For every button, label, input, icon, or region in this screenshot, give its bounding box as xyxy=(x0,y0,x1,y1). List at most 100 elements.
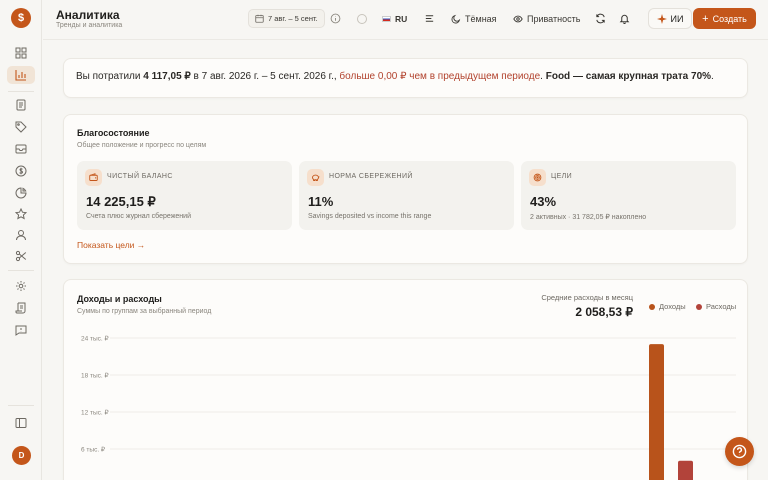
tag-icon xyxy=(15,121,27,133)
ai-label: ИИ xyxy=(670,13,684,24)
sidebar-divider xyxy=(8,405,34,406)
income-expenses-chart: 24 тыс. ₽ 18 тыс. ₽ 12 тыс. ₽ 6 тыс. ₽ xyxy=(81,335,736,480)
summary-end: . xyxy=(711,71,714,82)
kpi-savings-rate: НОРМА СБЕРЕЖЕНИЙ 11% Savings deposited v… xyxy=(299,161,514,230)
kpi-value: 11% xyxy=(308,194,334,209)
y-tick-label: 18 тыс. ₽ xyxy=(81,372,110,380)
income-expenses-card: Доходы и расходы Суммы по группам за выб… xyxy=(63,279,748,480)
sidebar-item-accounts[interactable] xyxy=(7,140,35,158)
create-label: Создать xyxy=(712,13,747,24)
scissors-icon xyxy=(15,250,27,262)
refresh-icon xyxy=(595,13,605,24)
sidebar: $ D xyxy=(0,0,42,480)
target-icon xyxy=(533,173,542,182)
language-label: RU xyxy=(395,13,408,24)
kpi-value: 43% xyxy=(530,194,557,209)
kpi-note: Savings deposited vs income this range xyxy=(308,213,432,220)
sidebar-item-tools[interactable] xyxy=(7,247,35,265)
kpi-value: 14 225,15 ₽ xyxy=(86,194,156,209)
help-icon xyxy=(732,444,747,459)
y-tick-label: 12 тыс. ₽ xyxy=(81,409,110,417)
summary-amount: 4 117,05 ₽ xyxy=(143,71,191,82)
sidebar-collapse-button[interactable] xyxy=(7,414,35,432)
summary-comparison: больше 0,00 ₽ чем в предыдущем периоде xyxy=(339,71,541,82)
document-icon xyxy=(16,99,26,111)
show-goals-link[interactable]: Показать цели → xyxy=(77,240,145,250)
inbox-icon xyxy=(15,144,27,154)
avatar[interactable]: D xyxy=(12,446,31,465)
theme-toggle-button[interactable]: Тёмная xyxy=(451,9,497,28)
privacy-label: Приватность xyxy=(527,13,581,24)
sidebar-item-profile[interactable] xyxy=(7,226,35,244)
sidebar-item-feedback[interactable] xyxy=(7,321,35,339)
kpi-goals: ЦЕЛИ 43% 2 активных · 31 782,05 ₽ накопл… xyxy=(521,161,736,230)
create-button[interactable]: + Создать xyxy=(693,8,756,29)
summary-prefix: Вы потратили xyxy=(76,71,144,82)
ai-button[interactable]: ИИ xyxy=(648,8,692,29)
page-subtitle: Тренды и аналитика xyxy=(56,22,123,29)
sidebar-item-reports[interactable] xyxy=(7,184,35,202)
sidebar-item-categories[interactable] xyxy=(7,118,35,136)
wellbeing-card: Благосостояние Общее положение и прогрес… xyxy=(63,114,748,264)
wallet-icon xyxy=(89,173,98,181)
coin-icon xyxy=(15,165,27,177)
sidebar-item-budgets[interactable] xyxy=(7,162,35,180)
sidebar-toggle-icon xyxy=(15,418,27,428)
sparkle-icon xyxy=(656,13,667,24)
bell-icon xyxy=(619,14,629,24)
sidebar-item-transactions[interactable] xyxy=(7,96,35,114)
sidebar-item-favorites[interactable] xyxy=(7,205,35,223)
notifications-button[interactable] xyxy=(615,9,633,28)
sidebar-item-settings[interactable] xyxy=(7,277,35,295)
summary-period: в 7 авг. 2026 г. – 5 сент. 2026 г., xyxy=(190,71,340,82)
sidebar-item-analytics[interactable] xyxy=(7,66,35,84)
user-icon xyxy=(16,230,26,241)
date-range-picker[interactable]: 7 авг. – 5 сент. xyxy=(248,9,325,28)
theme-label: Тёмная xyxy=(465,13,497,24)
kpi-net-balance: ЧИСТЫЙ БАЛАНС 14 225,15 ₽ Счета плюс жур… xyxy=(77,161,292,230)
spending-summary: Вы потратили 4 117,05 ₽ в 7 авг. 2026 г.… xyxy=(63,58,748,98)
plus-icon: + xyxy=(702,12,709,25)
y-tick-label: 24 тыс. ₽ xyxy=(81,335,110,343)
privacy-toggle-button[interactable]: Приватность xyxy=(513,9,580,28)
bar-expenses[interactable] xyxy=(678,460,693,480)
sidebar-item-docs[interactable] xyxy=(7,299,35,317)
y-tick-label: 6 тыс. ₽ xyxy=(81,446,106,454)
scroll-icon xyxy=(15,302,26,314)
summary-top-category: Food — самая крупная трата 70% xyxy=(545,71,712,82)
bar-chart-icon xyxy=(15,70,26,81)
star-icon xyxy=(15,208,27,220)
sidebar-item-dashboard[interactable] xyxy=(7,44,35,62)
message-icon xyxy=(15,325,27,336)
bar-income[interactable] xyxy=(649,344,664,480)
grid-icon xyxy=(15,47,27,59)
flag-ru-icon xyxy=(382,15,391,22)
kpi-label: ЦЕЛИ xyxy=(551,173,573,180)
circle-icon xyxy=(357,13,367,24)
help-button[interactable] xyxy=(725,437,754,466)
page-title: Аналитика xyxy=(56,8,120,22)
info-icon xyxy=(330,13,340,24)
app-logo[interactable]: $ xyxy=(11,8,31,28)
wellbeing-subtitle: Общее положение и прогресс по целям xyxy=(77,142,207,149)
eye-icon xyxy=(513,15,523,22)
language-switch[interactable]: RU xyxy=(382,9,407,28)
kpi-label: НОРМА СБЕРЕЖЕНИЙ xyxy=(329,173,413,180)
date-info-button[interactable] xyxy=(326,9,344,28)
moon-icon xyxy=(451,14,461,23)
pie-chart-icon xyxy=(15,187,27,199)
sidebar-divider xyxy=(8,91,34,92)
refresh-button[interactable] xyxy=(591,9,609,28)
gear-icon xyxy=(16,281,26,291)
kpi-note: Счета плюс журнал сбережений xyxy=(86,213,191,220)
menu-button[interactable] xyxy=(420,9,438,28)
kpi-label: ЧИСТЫЙ БАЛАНС xyxy=(107,173,173,180)
calendar-icon xyxy=(255,14,264,23)
date-range-label: 7 авг. – 5 сент. xyxy=(268,14,318,23)
kpi-note: 2 активных · 31 782,05 ₽ накоплено xyxy=(530,214,647,221)
theme-indicator[interactable] xyxy=(353,9,371,28)
piggy-bank-icon xyxy=(312,174,320,181)
wellbeing-title: Благосостояние xyxy=(77,128,150,138)
sidebar-divider xyxy=(8,270,34,271)
menu-lines-icon xyxy=(425,15,433,22)
